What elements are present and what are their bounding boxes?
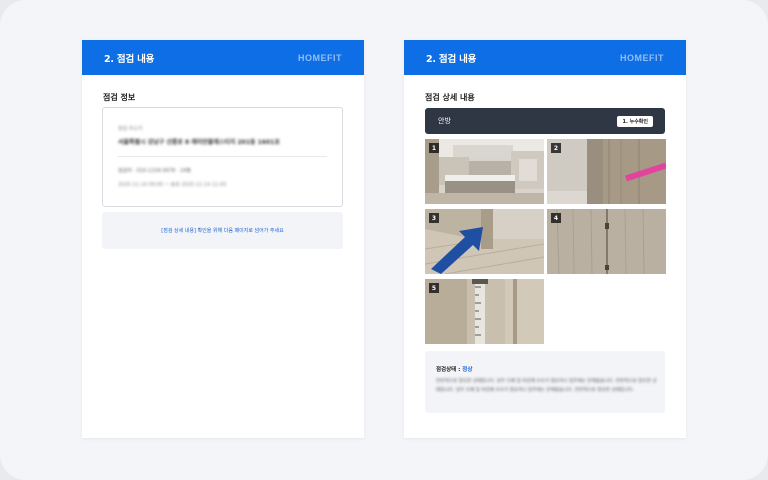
page-header: 2. 점검 내용 HOMEFIT	[404, 40, 686, 75]
address-label: 점검 주소지	[118, 126, 143, 132]
canvas: 2. 점검 내용 HOMEFIT 점검 정보 점검 주소지 서울특별시 강남구 …	[0, 0, 768, 480]
status-line: 점검상태 : 정상	[436, 365, 472, 373]
photo-number: 2	[551, 143, 561, 153]
brand-logo: HOMEFIT	[298, 52, 342, 63]
tape-measure-photo[interactable]: 5	[425, 279, 544, 344]
room-bar: 안방 1. 누수확인	[425, 108, 665, 134]
kitchen-photo[interactable]: 1	[425, 139, 544, 204]
next-page-notice: [점검 상세 내용] 확인을 위해 다음 페이지로 넘어가 주세요	[102, 212, 343, 249]
floor-arrow-photo[interactable]: 3	[425, 209, 544, 274]
page-title: 2. 점검 내용	[104, 53, 155, 65]
photo-number: 4	[551, 213, 561, 223]
status-description: 전반적으로 양호한 상태입니다. 일부 도배 및 마감재 보수가 필요하나 입주…	[436, 379, 657, 393]
brand-logo: HOMEFIT	[620, 52, 664, 63]
room-name: 안방	[438, 117, 451, 125]
report-page-inspection-info: 2. 점검 내용 HOMEFIT 점검 정보 점검 주소지 서울특별시 강남구 …	[82, 40, 364, 438]
card-divider	[118, 156, 327, 157]
status-value: 정상	[462, 367, 473, 373]
page-header: 2. 점검 내용 HOMEFIT	[82, 40, 364, 75]
status-box: 점검상태 : 정상 전반적으로 양호한 상태입니다. 일부 도배 및 마감재 보…	[425, 351, 665, 413]
inspector-meta: 점검자 · 010-1234-5678 · 24평	[118, 168, 191, 174]
report-page-inspection-detail: 2. 점검 내용 HOMEFIT 점검 상세 내용 안방 1. 누수확인 1 2…	[404, 40, 686, 438]
photo-number: 3	[429, 213, 439, 223]
wood-panel-photo[interactable]: 4	[547, 209, 666, 274]
address-value: 서울특별시 강남구 선릉로 8 래미안블레스티지 201동 1601호	[118, 139, 280, 146]
door-frame-photo[interactable]: 2	[547, 139, 666, 204]
photo-number: 5	[429, 283, 439, 293]
section-title: 점검 상세 내용	[425, 93, 475, 102]
page-title: 2. 점검 내용	[426, 53, 477, 65]
room-check-badge: 1. 누수확인	[617, 115, 653, 127]
section-title: 점검 정보	[103, 93, 136, 102]
schedule-meta: 2025-11-14 09:00 ~ 종료 2025-11-14 11:00	[118, 182, 227, 188]
inspection-info-card: 점검 주소지 서울특별시 강남구 선릉로 8 래미안블레스티지 201동 160…	[102, 107, 343, 207]
status-label: 점검상태 :	[436, 367, 461, 373]
photo-number: 1	[429, 143, 439, 153]
